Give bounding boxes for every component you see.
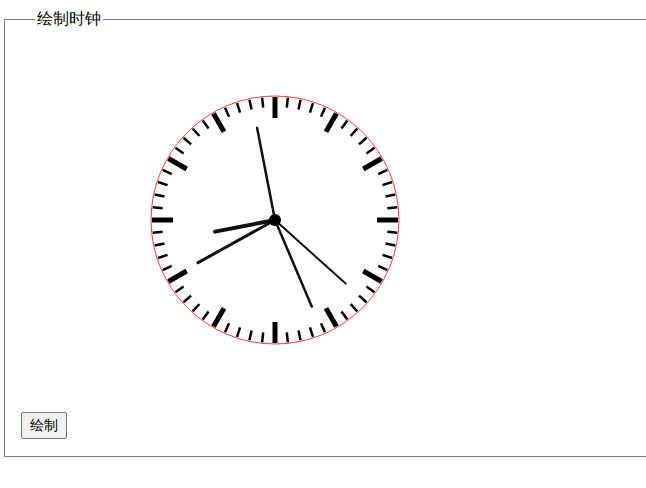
clock-tick [237, 103, 240, 113]
clock-tick [168, 159, 186, 170]
clock-tick [262, 332, 263, 342]
clock-tick [287, 98, 288, 108]
clock-tick [225, 108, 229, 117]
clock-tick [326, 308, 337, 326]
clock-panel: 绘制时钟绘制 [4, 9, 646, 457]
clock-hand [275, 220, 312, 307]
clock-tick [298, 100, 300, 110]
clock-tick [193, 129, 200, 136]
clock-tick [175, 286, 183, 292]
clock-tick [273, 97, 278, 118]
clock-tick [249, 100, 251, 110]
clock-tick [341, 311, 347, 319]
clock-tick [359, 138, 366, 145]
clock-tick [359, 296, 366, 303]
clock-tick [387, 232, 397, 233]
clock-tick [153, 207, 163, 208]
clock-tick [184, 138, 191, 145]
clock-hand [275, 220, 346, 284]
clock-tick [175, 148, 183, 154]
clock-tick [326, 113, 337, 131]
clock-tick [310, 327, 313, 337]
panel-legend: 绘制时钟 [35, 9, 103, 30]
clock-tick [298, 331, 300, 341]
clock-tick [363, 159, 381, 170]
clock-tick [225, 323, 229, 332]
draw-button[interactable]: 绘制 [21, 412, 67, 439]
clock-tick [155, 194, 165, 196]
clock-tick [366, 286, 374, 292]
clock-tick [214, 308, 225, 326]
clock-tick [168, 271, 186, 282]
clock-tick [378, 266, 387, 270]
clock-tick [262, 98, 263, 108]
clock-tick [237, 327, 240, 337]
clock-tick [193, 304, 200, 311]
clock-tick [155, 243, 165, 245]
clock-tick [363, 271, 381, 282]
clock-tick [273, 322, 278, 343]
clock-tick [341, 120, 347, 128]
clock-tick [203, 311, 209, 319]
clock-tick [287, 332, 288, 342]
clock-tick [184, 296, 191, 303]
clock-tick [163, 266, 172, 270]
clock-tick [386, 194, 396, 196]
clock-tick [351, 129, 358, 136]
clock-tick [214, 113, 225, 131]
clock-tick [378, 170, 387, 174]
clock-tick [153, 232, 163, 233]
clock-face [149, 94, 401, 346]
clock-tick [310, 103, 313, 113]
clock-tick [382, 255, 392, 258]
clock-tick [158, 182, 168, 185]
clock-tick [382, 182, 392, 185]
clock-tick [163, 170, 172, 174]
clock-center [269, 214, 281, 226]
clock-tick [152, 218, 173, 223]
clock-tick [386, 243, 396, 245]
clock-hand [257, 128, 275, 220]
clock-tick [321, 323, 325, 332]
clock-tick [321, 108, 325, 117]
clock-tick [387, 207, 397, 208]
clock-tick [249, 331, 251, 341]
clock-hand [198, 220, 275, 263]
clock-tick [203, 120, 209, 128]
clock-tick [377, 218, 398, 223]
clock-tick [158, 255, 168, 258]
clock-tick [366, 148, 374, 154]
clock-tick [351, 304, 358, 311]
